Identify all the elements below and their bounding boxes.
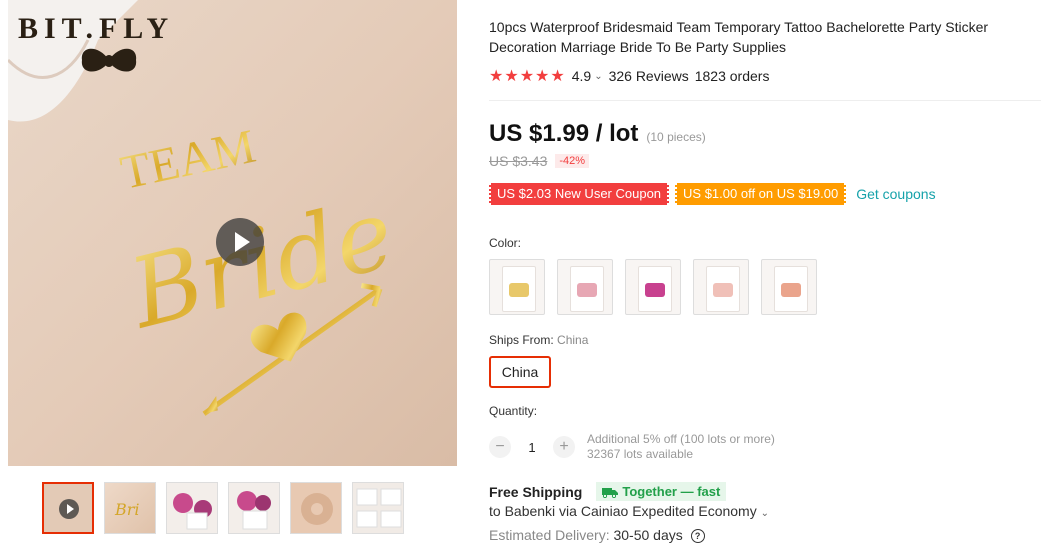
price-row: US $1.99 / lot (10 pieces) [489,120,706,148]
quantity-decrease-button[interactable]: − [489,436,511,458]
shipping-row: Free Shipping Together — fast [489,482,727,501]
question-icon[interactable]: ? [690,529,705,543]
divider [489,100,1041,101]
play-video-button[interactable] [216,218,264,266]
package-thumb [570,266,604,312]
tattoo-thumb-image: Bri [114,500,140,519]
get-coupons-link[interactable]: Get coupons [856,186,935,202]
package-thumb [638,266,672,312]
image-gallery: TEAM Bride BIT.FLY Bri [0,0,460,542]
swatch-fill-5 [781,283,801,297]
ships-from-text: Ships From: [489,333,554,347]
color-swatch-4[interactable] [693,259,749,315]
together-fast-text: Together — fast [622,484,721,499]
flowers-thumb-image [237,491,271,530]
shipping-destination[interactable]: to Babenki via Cainiao Expedited Economy… [489,503,769,519]
thumbnail-video[interactable] [42,482,94,534]
sheets-thumb-image [356,488,402,528]
quantity-stepper: − 1 + Additional 5% off (100 lots or mor… [489,432,775,462]
main-product-image[interactable]: TEAM Bride BIT.FLY [8,0,457,466]
free-shipping-label: Free Shipping [489,483,583,500]
quantity-info: Additional 5% off (100 lots or more) 323… [587,432,775,462]
quantity-input[interactable]: 1 [511,440,553,455]
pieces-per-lot: (10 pieces) [646,130,706,144]
rating-score[interactable]: 4.9 [572,68,591,84]
ships-from-value: China [557,333,589,347]
bulk-discount-text: Additional 5% off (100 lots or more) [587,432,775,446]
swatch-fill-2 [577,283,597,297]
chevron-down-icon: ⌄ [760,508,769,519]
rating-row: ★★★★★ 4.9 ⌄ 326 Reviews 1823 orders [489,66,769,86]
package-thumb [774,266,808,312]
thumbnail-3[interactable] [166,482,218,534]
swatch-fill-4 [713,283,733,297]
delivery-label: Estimated Delivery: [489,527,610,543]
chevron-down-icon[interactable]: ⌄ [594,71,602,82]
flowers-thumb-image [173,493,212,530]
quantity-increase-button[interactable]: + [553,436,575,458]
package-thumb [706,266,740,312]
color-swatch-2[interactable] [557,259,613,315]
brand-logo: BIT.FLY [18,12,175,45]
original-price: US $3.43 [489,153,548,169]
original-price-row: US $3.43 -42% [489,153,590,169]
package-thumb [502,266,536,312]
play-icon [59,499,79,519]
thumbnail-6[interactable] [352,482,404,534]
new-user-coupon[interactable]: US $2.03 New User Coupon [489,183,670,205]
color-swatch-3[interactable] [625,259,681,315]
store-coupon[interactable]: US $1.00 off on US $19.00 [675,183,847,205]
hands-thumb-image [301,493,333,525]
product-title: 10pcs Waterproof Bridesmaid Team Tempora… [489,19,989,55]
svg-text:Bri: Bri [114,500,140,519]
coupon-row: US $2.03 New User Coupon US $1.00 off on… [489,183,936,205]
thumbnail-4[interactable] [228,482,280,534]
thumbnail-5[interactable] [290,482,342,534]
stock-available-text: 32367 lots available [587,447,694,461]
color-label: Color: [489,236,522,250]
ships-from-label: Ships From: China [489,333,588,347]
current-price: US $1.99 / lot [489,120,639,147]
quantity-label: Quantity: [489,404,538,418]
thumbnail-2[interactable]: Bri [104,482,156,534]
shipping-destination-text: to Babenki via Cainiao Expedited Economy [489,503,757,519]
discount-badge: -42% [555,154,590,168]
color-swatch-1[interactable] [489,259,545,315]
ships-from-china-option[interactable]: China [489,356,551,388]
color-swatch-5[interactable] [761,259,817,315]
truck-icon [602,487,619,498]
reviews-link[interactable]: 326 Reviews [609,68,689,84]
star-rating-icon: ★★★★★ [489,68,566,85]
thumbnail-strip: Bri [42,482,404,534]
color-swatches [489,259,817,315]
orders-count: 1823 orders [694,68,770,84]
swatch-fill-1 [509,283,529,297]
swatch-fill-3 [645,283,665,297]
estimated-delivery: Estimated Delivery: 30-50 days ? [489,527,705,543]
bow-icon [81,48,137,72]
together-fast-badge: Together — fast [596,482,727,501]
delivery-days: 30-50 days [613,527,683,543]
